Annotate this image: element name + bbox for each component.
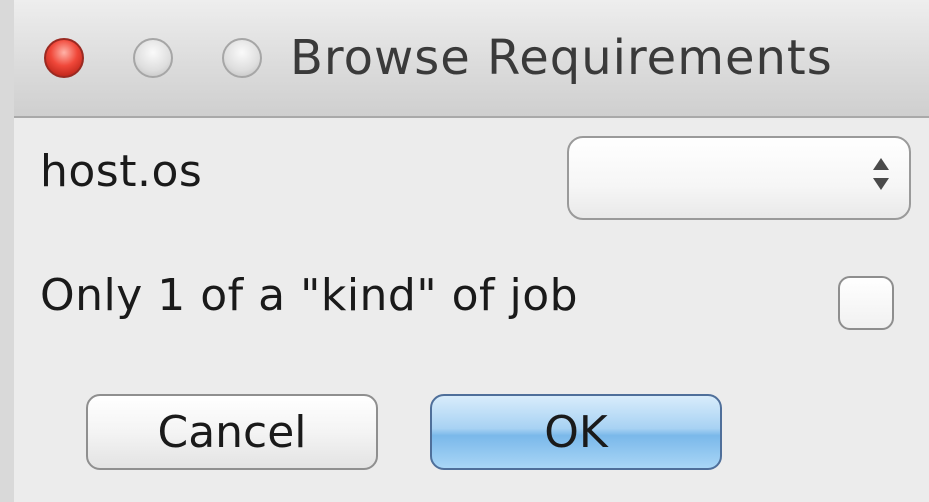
ok-button[interactable]: OK [430, 394, 722, 470]
arrow-up-icon [873, 158, 889, 170]
arrow-down-icon [873, 178, 889, 190]
only-one-kind-checkbox[interactable] [838, 276, 894, 330]
cancel-button[interactable]: Cancel [86, 394, 378, 470]
only-one-kind-label: Only 1 of a "kind" of job [40, 270, 579, 321]
zoom-icon[interactable] [222, 38, 262, 78]
browse-requirements-dialog: Browse Requirements host.os Only 1 of a … [0, 0, 929, 502]
close-icon[interactable] [44, 38, 84, 78]
host-os-label: host.os [40, 146, 203, 197]
title-bar[interactable]: Browse Requirements [14, 0, 929, 118]
window-title: Browse Requirements [290, 30, 833, 86]
up-down-arrows-icon [871, 158, 891, 198]
minimize-icon[interactable] [133, 38, 173, 78]
host-os-select[interactable] [567, 136, 911, 220]
